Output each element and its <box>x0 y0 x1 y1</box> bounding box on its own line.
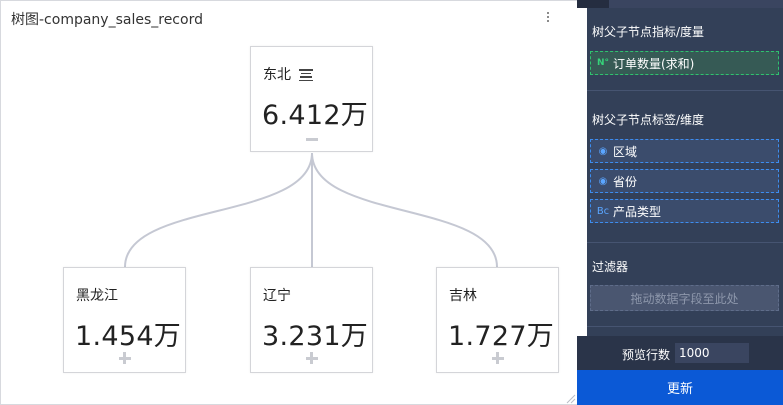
dimension-field-province[interactable]: ◉ 省份 <box>590 169 779 193</box>
field-label: 省份 <box>613 174 638 189</box>
preview-rows-label: 预览行数 <box>622 348 671 362</box>
tree-node-jilin[interactable]: 吉林 1.727万 <box>436 267 559 373</box>
preview-row: 预览行数 <box>577 336 783 370</box>
node-label: 辽宁 <box>263 288 291 304</box>
dimension-section-title: 树父子节点标签/维度 <box>592 113 705 127</box>
node-label: 东北 <box>263 64 314 84</box>
field-label: 订单数量(求和) <box>613 56 695 71</box>
collapse-icon[interactable] <box>305 133 318 145</box>
tree-chart-panel: 树图-company_sales_record 东北 6.412万 黑龙江 1.… <box>0 0 577 405</box>
update-button[interactable]: 更新 <box>577 370 783 405</box>
tree-link-heilongjiang <box>124 152 313 268</box>
tree-node-heilongjiang[interactable]: 黑龙江 1.454万 <box>63 267 186 373</box>
divider <box>587 90 783 91</box>
node-value: 1.454万 <box>75 321 182 352</box>
measure-section-title: 树父子节点指标/度量 <box>592 25 705 39</box>
tree-node-liaoning[interactable]: 辽宁 3.231万 <box>250 267 373 373</box>
node-value: 3.231万 <box>262 321 369 352</box>
node-value: 1.727万 <box>448 321 555 352</box>
text-type-icon: Bc <box>596 205 610 217</box>
field-label: 区域 <box>613 144 638 159</box>
node-label: 吉林 <box>449 288 477 304</box>
expand-icon[interactable] <box>491 352 504 364</box>
resize-handle-icon[interactable] <box>564 392 576 404</box>
filter-drop-zone[interactable]: 拖动数据字段至此处 <box>590 285 779 311</box>
divider <box>587 326 783 327</box>
expand-icon[interactable] <box>305 352 318 364</box>
globe-icon: ◉ <box>598 175 608 187</box>
number-icon: N° <box>596 58 610 68</box>
preview-rows-input[interactable] <box>675 343 749 363</box>
config-body: 树父子节点指标/度量 N° 订单数量(求和) 树父子节点标签/维度 ◉ 区域 ◉… <box>587 8 783 336</box>
scrollbar[interactable] <box>577 8 587 336</box>
dimension-field-product-type[interactable]: Bc 产品类型 <box>590 199 779 223</box>
globe-icon: ◉ <box>598 145 608 157</box>
measure-field-order-count[interactable]: N° 订单数量(求和) <box>590 51 779 75</box>
dimension-field-region[interactable]: ◉ 区域 <box>590 139 779 163</box>
tree-link-jilin <box>311 152 498 268</box>
config-topbar <box>577 0 783 8</box>
field-label: 产品类型 <box>613 204 662 219</box>
divider <box>587 242 783 243</box>
filter-section-title: 过滤器 <box>592 260 629 274</box>
expand-icon[interactable] <box>118 352 131 364</box>
tree-node-root[interactable]: 东北 6.412万 <box>250 46 373 152</box>
node-value: 6.412万 <box>262 100 369 131</box>
node-label: 黑龙江 <box>76 288 118 304</box>
config-panel: 树父子节点指标/度量 N° 订单数量(求和) 树父子节点标签/维度 ◉ 区域 ◉… <box>577 0 783 405</box>
menu-lines-icon <box>299 69 314 81</box>
